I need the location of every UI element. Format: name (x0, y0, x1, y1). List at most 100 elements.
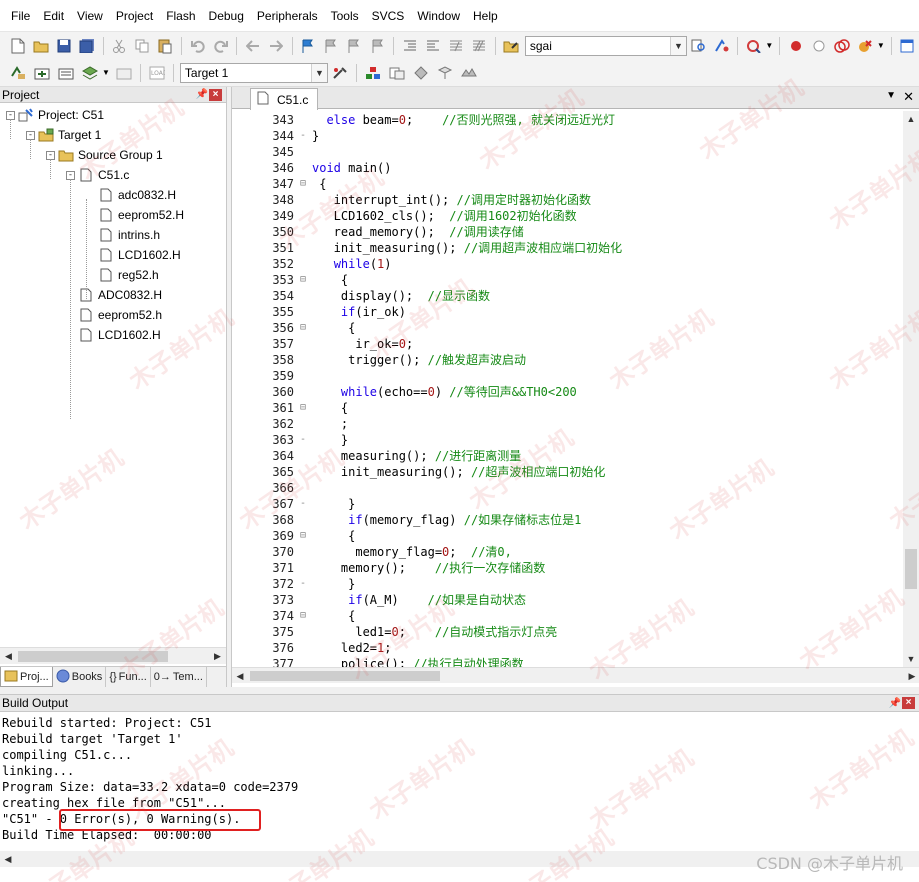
chevron-down-icon[interactable]: ▼ (102, 68, 110, 77)
bookmark-next-icon[interactable] (345, 36, 364, 56)
code-line[interactable]: 357 ir_ok=0; (232, 336, 902, 352)
scroll-up-icon[interactable]: ▲ (903, 111, 919, 127)
fold-marker-icon[interactable]: ⊟ (298, 528, 308, 544)
target-options-icon[interactable] (330, 63, 350, 83)
code-line[interactable]: 346 void main() (232, 160, 902, 176)
select-software-packs-icon[interactable] (435, 63, 455, 83)
save-icon[interactable] (54, 36, 73, 56)
pin-icon[interactable]: 📌 (888, 698, 902, 709)
tree-node-lcd1602-h[interactable]: LCD1602.H (98, 245, 181, 265)
new-file-icon[interactable] (8, 36, 27, 56)
tree-node-adc0832-h[interactable]: adc0832.H (98, 185, 176, 205)
cut-icon[interactable] (110, 36, 129, 56)
fold-marker-icon[interactable]: - (298, 576, 308, 592)
menu-project[interactable]: Project (111, 0, 158, 32)
scroll-left-icon[interactable]: ◀ (232, 668, 248, 684)
code-line[interactable]: 350 read_memory(); //调用读存储 (232, 224, 902, 240)
code-line[interactable]: 376 led2=1; (232, 640, 902, 656)
bookmark-prev-icon[interactable] (322, 36, 341, 56)
pin-icon[interactable]: 📌 (195, 89, 209, 100)
vertical-scrollbar[interactable]: ▲ ▼ (903, 111, 919, 667)
horizontal-scrollbar[interactable]: ◀ ▶ (0, 647, 226, 664)
menu-edit[interactable]: Edit (38, 0, 69, 32)
fold-marker-icon[interactable]: - (298, 496, 308, 512)
menu-peripherals[interactable]: Peripherals (252, 0, 323, 32)
code-editor[interactable]: 343 else beam=0; //否则光照强, 就关闭远近光灯 344-} 34… (232, 111, 902, 667)
scrollbar-thumb[interactable] (905, 549, 917, 589)
menu-flash[interactable]: Flash (161, 0, 200, 32)
tree-node-lcd1602-h[interactable]: LCD1602.H (78, 325, 161, 345)
code-line[interactable]: 355 if(ir_ok) (232, 304, 902, 320)
uncomment-icon[interactable] (470, 36, 489, 56)
code-line[interactable]: 360 while(echo==0) //等待回声&&TH0<200 (232, 384, 902, 400)
copy-icon[interactable] (133, 36, 152, 56)
code-line[interactable]: 353 ⊟ { (232, 272, 902, 288)
code-line[interactable]: 374 ⊟ { (232, 608, 902, 624)
tree-node-reg52-h[interactable]: reg52.h (98, 265, 159, 285)
scroll-left-icon[interactable]: ◀ (0, 648, 17, 665)
scroll-left-icon[interactable]: ◀ (0, 851, 16, 867)
code-line[interactable]: 343 else beam=0; //否则光照强, 就关闭远近光灯 (232, 112, 902, 128)
code-line[interactable]: 364 measuring(); //进行距离测量 (232, 448, 902, 464)
translate-icon[interactable] (8, 63, 28, 83)
scroll-down-icon[interactable]: ▼ (903, 651, 919, 667)
tree-node-eeprom52-h[interactable]: eeprom52.h (78, 305, 162, 325)
nav-forward-icon[interactable] (266, 36, 285, 56)
batch-build-icon[interactable] (80, 63, 100, 83)
code-line[interactable]: 361 ⊟ { (232, 400, 902, 416)
tree-node-adc0832-h[interactable]: ADC0832.H (78, 285, 162, 305)
code-line[interactable]: 348 interrupt_int(); //调用定时器初始化函数 (232, 192, 902, 208)
menu-tools[interactable]: Tools (326, 0, 364, 32)
code-line[interactable]: 372- } (232, 576, 902, 592)
scroll-right-icon[interactable]: ▶ (904, 668, 919, 684)
tab-project-tab[interactable]: Proj... (0, 667, 53, 687)
menu-svcs[interactable]: SVCS (367, 0, 410, 32)
horizontal-scrollbar[interactable]: ◀ ▶ (232, 667, 919, 683)
find-in-files-icon[interactable] (502, 36, 521, 56)
chevron-down-icon[interactable]: ▼ (669, 36, 686, 55)
close-icon[interactable]: × (209, 88, 222, 101)
fold-marker-icon[interactable]: ⊟ (298, 176, 308, 192)
bookmark-set-icon[interactable] (299, 36, 318, 56)
code-line[interactable]: 371 memory(); //执行一次存储函数 (232, 560, 902, 576)
code-line[interactable]: 377 police(); //执行自动处理函数 (232, 656, 902, 667)
code-line[interactable]: 362 ; (232, 416, 902, 432)
tree-node-c51-c[interactable]: - C51.c (66, 165, 129, 185)
target-combo[interactable]: Target 1 ▼ (179, 62, 328, 83)
code-line[interactable]: 363- } (232, 432, 902, 448)
tab-list-dropdown-icon[interactable]: ▼ (886, 90, 896, 101)
tree-node-intrins-h[interactable]: intrins.h (98, 225, 160, 245)
tree-node-eeprom52-h[interactable]: eeprom52.H (98, 205, 184, 225)
breakpoint-disable-all-icon[interactable] (833, 36, 852, 56)
build-icon[interactable] (32, 63, 52, 83)
file-extensions-icon[interactable] (387, 63, 407, 83)
fold-marker-icon[interactable]: ⊟ (298, 320, 308, 336)
code-line[interactable]: 366 (232, 480, 902, 496)
scrollbar-thumb[interactable] (18, 651, 168, 662)
tab-templates[interactable]: 0→ Tem... (151, 667, 207, 687)
code-line[interactable]: 344-} (232, 128, 902, 144)
scrollbar-thumb[interactable] (250, 671, 440, 681)
packs-installer-icon[interactable] (411, 63, 431, 83)
code-line[interactable]: 375 led1=0; //自动模式指示灯点亮 (232, 624, 902, 640)
chevron-down-icon[interactable]: ▼ (765, 41, 773, 50)
fold-marker-icon[interactable]: ⊟ (298, 272, 308, 288)
fold-marker-icon[interactable]: - (298, 432, 308, 448)
comment-icon[interactable] (446, 36, 465, 56)
code-line[interactable]: 359 (232, 368, 902, 384)
bookmark-clear-icon[interactable] (368, 36, 387, 56)
menu-file[interactable]: File (6, 0, 35, 32)
tree-node-project-c51[interactable]: - Project: C51 (6, 105, 104, 125)
find-combo[interactable]: sgai ▼ (524, 35, 687, 56)
code-line[interactable]: 368 if(memory_flag) //如果存储标志位是1 (232, 512, 902, 528)
code-line[interactable]: 358 trigger(); //触发超声波启动 (232, 352, 902, 368)
menu-view[interactable]: View (72, 0, 108, 32)
code-line[interactable]: 352 while(1) (232, 256, 902, 272)
tree-node-source-group-1[interactable]: - Source Group 1 (46, 145, 163, 165)
undo-icon[interactable] (188, 36, 207, 56)
find-icon[interactable] (689, 36, 708, 56)
fold-marker-icon[interactable]: ⊟ (298, 608, 308, 624)
code-line[interactable]: 367- } (232, 496, 902, 512)
tree-node-target-1[interactable]: - Target 1 (26, 125, 101, 145)
nav-back-icon[interactable] (243, 36, 262, 56)
